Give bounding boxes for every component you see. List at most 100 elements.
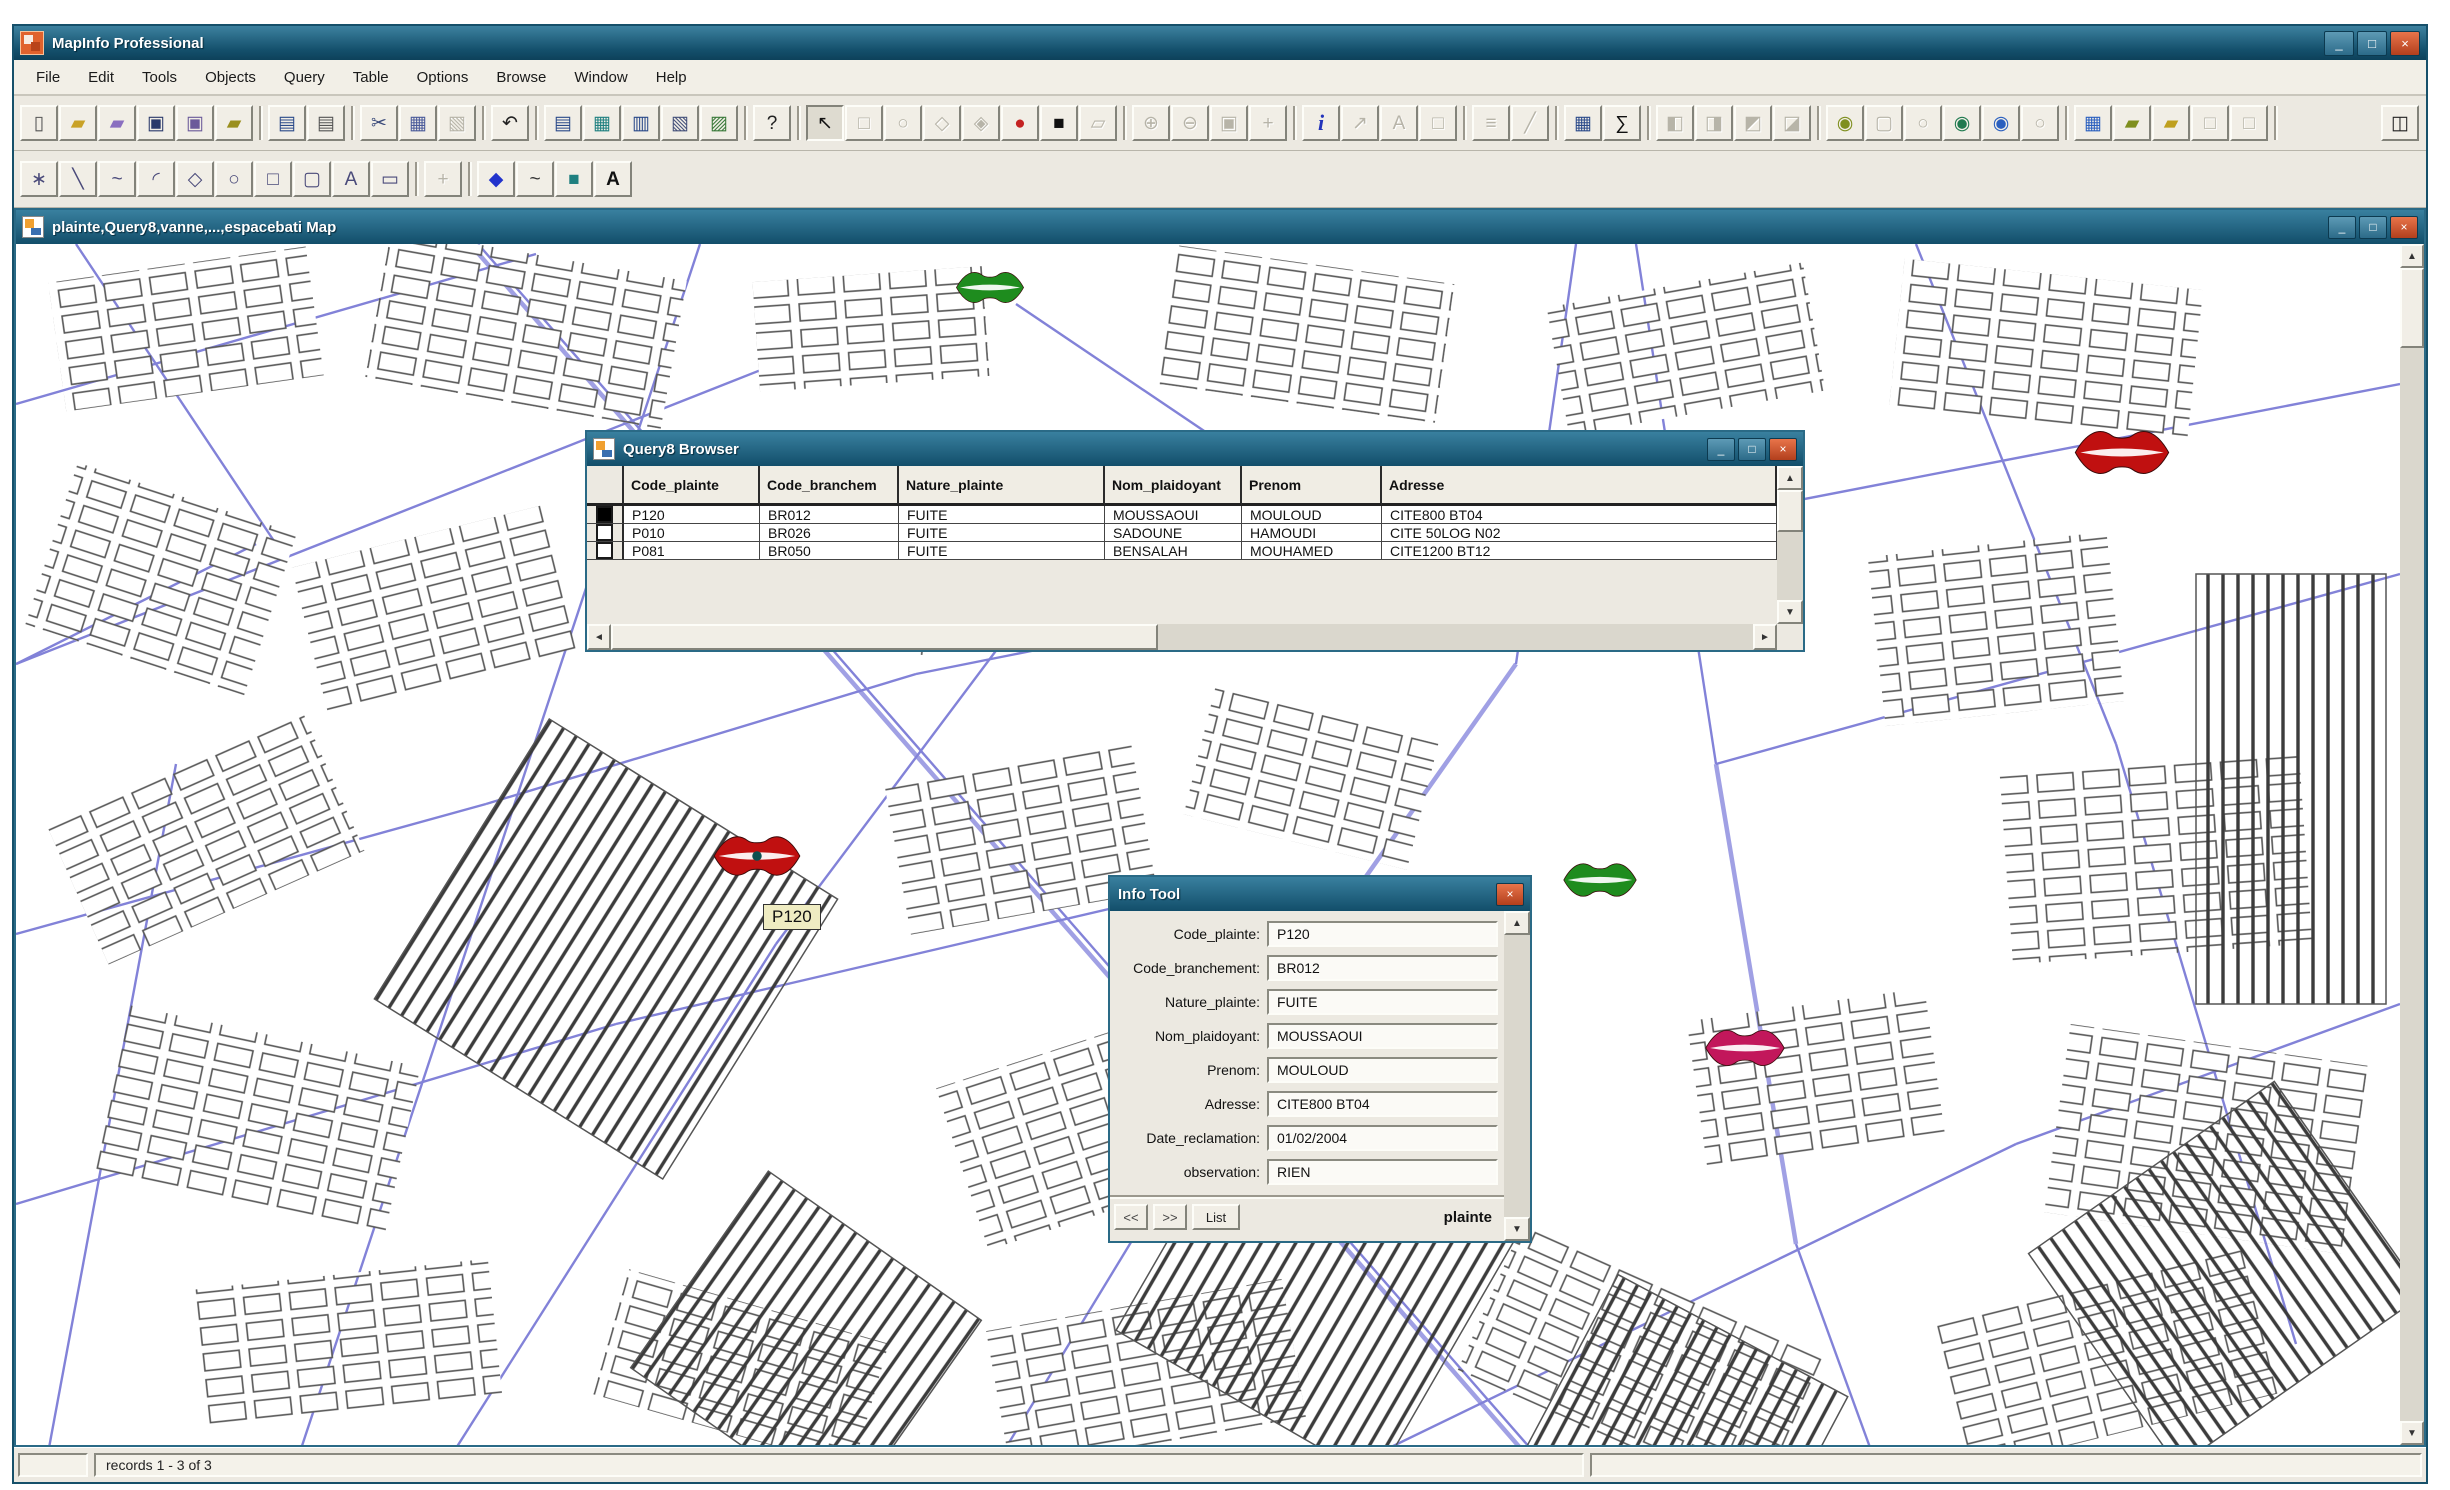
menu-edit[interactable]: Edit: [74, 60, 128, 94]
rounded-rectangle-tool[interactable]: ▢: [293, 161, 331, 197]
text-style-button[interactable]: A: [594, 161, 632, 197]
field-value-input[interactable]: 01/02/2004: [1267, 1125, 1498, 1151]
mapbasic-window-toggle-button[interactable]: ◫: [2381, 105, 2419, 141]
print-button[interactable]: ▤: [307, 105, 345, 141]
browser-titlebar[interactable]: Query8 Browser _ □ ×: [587, 432, 1803, 466]
unselect-all-button[interactable]: ●: [1001, 105, 1039, 141]
map-canvas[interactable]: ▲ ▼: [16, 244, 2424, 1445]
save-table-button[interactable]: ▣: [137, 105, 175, 141]
complaint-marker-magenta-1[interactable]: [1703, 1024, 1787, 1072]
menu-tools[interactable]: Tools: [128, 60, 191, 94]
info-close-button[interactable]: ×: [1496, 883, 1524, 906]
cell-nature_plainte[interactable]: FUITE: [899, 506, 1105, 524]
menu-query[interactable]: Query: [270, 60, 339, 94]
previous-record-button[interactable]: <<: [1114, 1204, 1148, 1230]
maximize-button[interactable]: □: [2357, 31, 2387, 56]
scroll-left-icon[interactable]: ◄: [587, 624, 611, 650]
list-button[interactable]: List: [1192, 1204, 1240, 1230]
open-web-feature-service-button[interactable]: ▰: [2113, 105, 2151, 141]
new-grapher-button[interactable]: ▥: [622, 105, 660, 141]
cell-adresse[interactable]: CITE 50LOG N02: [1382, 524, 1777, 542]
cell-code_plainte[interactable]: P081: [624, 542, 760, 560]
menu-window[interactable]: Window: [560, 60, 641, 94]
frame-tool[interactable]: ▭: [371, 161, 409, 197]
field-value-input[interactable]: BR012: [1267, 955, 1498, 981]
scroll-up-icon[interactable]: ▲: [2400, 244, 2424, 268]
map-scrollbar-track[interactable]: [2400, 348, 2424, 1421]
open-web-map-service-button[interactable]: ▦: [2074, 105, 2112, 141]
open-dbms-table-button[interactable]: ▰: [98, 105, 136, 141]
field-value-input[interactable]: P120: [1267, 921, 1498, 947]
browser-hscroll-track[interactable]: [1158, 624, 1753, 650]
browser-minimize-button[interactable]: _: [1707, 438, 1735, 461]
column-header-prenom[interactable]: Prenom: [1242, 466, 1382, 506]
menu-file[interactable]: File: [22, 60, 74, 94]
line-style-button[interactable]: ~: [516, 161, 554, 197]
cell-prenom[interactable]: MOULOUD: [1242, 506, 1382, 524]
browser-vscroll-thumb[interactable]: [1777, 490, 1803, 532]
row-select-box[interactable]: [587, 542, 624, 560]
cell-code_branchem[interactable]: BR050: [760, 542, 899, 560]
polyline-tool[interactable]: ~: [98, 161, 136, 197]
run-mapbasic-program-button[interactable]: ◉: [1826, 105, 1864, 141]
column-header-code_branchem[interactable]: Code_branchem: [760, 466, 899, 506]
minimize-button[interactable]: _: [2324, 31, 2354, 56]
field-value-input[interactable]: RIEN: [1267, 1159, 1498, 1185]
browser-horizontal-scrollbar[interactable]: ◄ ►: [587, 624, 1777, 650]
info-vscroll-track[interactable]: [1504, 935, 1530, 1217]
cell-nom_plaidoyant[interactable]: BENSALAH: [1105, 542, 1242, 560]
cell-code_plainte[interactable]: P120: [624, 506, 760, 524]
cell-nom_plaidoyant[interactable]: SADOUNE: [1105, 524, 1242, 542]
column-header-nom_plaidoyant[interactable]: Nom_plaidoyant: [1105, 466, 1242, 506]
help-pointer-button[interactable]: ?: [753, 105, 791, 141]
select-tool[interactable]: ↖: [806, 105, 844, 141]
new-browser-button[interactable]: ▤: [544, 105, 582, 141]
save-workspace-button[interactable]: ▰: [215, 105, 253, 141]
column-header-adresse[interactable]: Adresse: [1382, 466, 1777, 506]
refresh-dbms-table-button[interactable]: ◉: [1982, 105, 2020, 141]
symbol-tool[interactable]: ∗: [20, 161, 58, 197]
cell-nature_plainte[interactable]: FUITE: [899, 542, 1105, 560]
district-browser-button[interactable]: ▦: [1564, 105, 1602, 141]
scroll-down-icon[interactable]: ▼: [1504, 1217, 1530, 1241]
browser-maximize-button[interactable]: □: [1738, 438, 1766, 461]
scroll-up-icon[interactable]: ▲: [1504, 911, 1530, 935]
cell-nom_plaidoyant[interactable]: MOUSSAOUI: [1105, 506, 1242, 524]
cell-nature_plainte[interactable]: FUITE: [899, 524, 1105, 542]
geocode-service-button[interactable]: ▰: [2152, 105, 2190, 141]
cell-prenom[interactable]: MOUHAMED: [1242, 542, 1382, 560]
info-tool-button[interactable]: i: [1302, 105, 1340, 141]
cell-code_branchem[interactable]: BR026: [760, 524, 899, 542]
cell-code_plainte[interactable]: P010: [624, 524, 760, 542]
map-scrollbar-thumb[interactable]: [2400, 268, 2424, 348]
scroll-right-icon[interactable]: ►: [1753, 624, 1777, 650]
map-minimize-button[interactable]: _: [2328, 216, 2356, 239]
cut-button[interactable]: ✂: [360, 105, 398, 141]
text-tool[interactable]: A: [332, 161, 370, 197]
polygon-tool[interactable]: ◇: [176, 161, 214, 197]
menu-table[interactable]: Table: [339, 60, 403, 94]
browser-vscroll-track[interactable]: [1777, 532, 1803, 600]
app-titlebar[interactable]: MapInfo Professional _ □ ×: [14, 26, 2426, 60]
complaint-marker-green-2[interactable]: [1561, 858, 1639, 902]
region-style-button[interactable]: ■: [555, 161, 593, 197]
close-button[interactable]: ×: [2390, 31, 2420, 56]
cell-adresse[interactable]: CITE800 BT04: [1382, 506, 1777, 524]
browser-vertical-scrollbar[interactable]: ▲ ▼: [1777, 466, 1803, 624]
ellipse-tool[interactable]: ○: [215, 161, 253, 197]
arc-tool[interactable]: ◜: [137, 161, 175, 197]
menu-options[interactable]: Options: [403, 60, 483, 94]
cell-prenom[interactable]: HAMOUDI: [1242, 524, 1382, 542]
map-close-button[interactable]: ×: [2390, 216, 2418, 239]
open-dbms-connection-button[interactable]: ◉: [1943, 105, 1981, 141]
scroll-down-icon[interactable]: ▼: [2400, 1421, 2424, 1445]
next-record-button[interactable]: >>: [1153, 1204, 1187, 1230]
field-value-input[interactable]: MOULOUD: [1267, 1057, 1498, 1083]
info-vertical-scrollbar[interactable]: ▲ ▼: [1504, 911, 1530, 1241]
complaint-marker-red-selected[interactable]: [711, 830, 803, 882]
field-value-input[interactable]: FUITE: [1267, 989, 1498, 1015]
line-tool[interactable]: ╲: [59, 161, 97, 197]
map-vertical-scrollbar[interactable]: ▲ ▼: [2400, 244, 2424, 1445]
symbol-style-button[interactable]: ◆: [477, 161, 515, 197]
cell-code_branchem[interactable]: BR012: [760, 506, 899, 524]
